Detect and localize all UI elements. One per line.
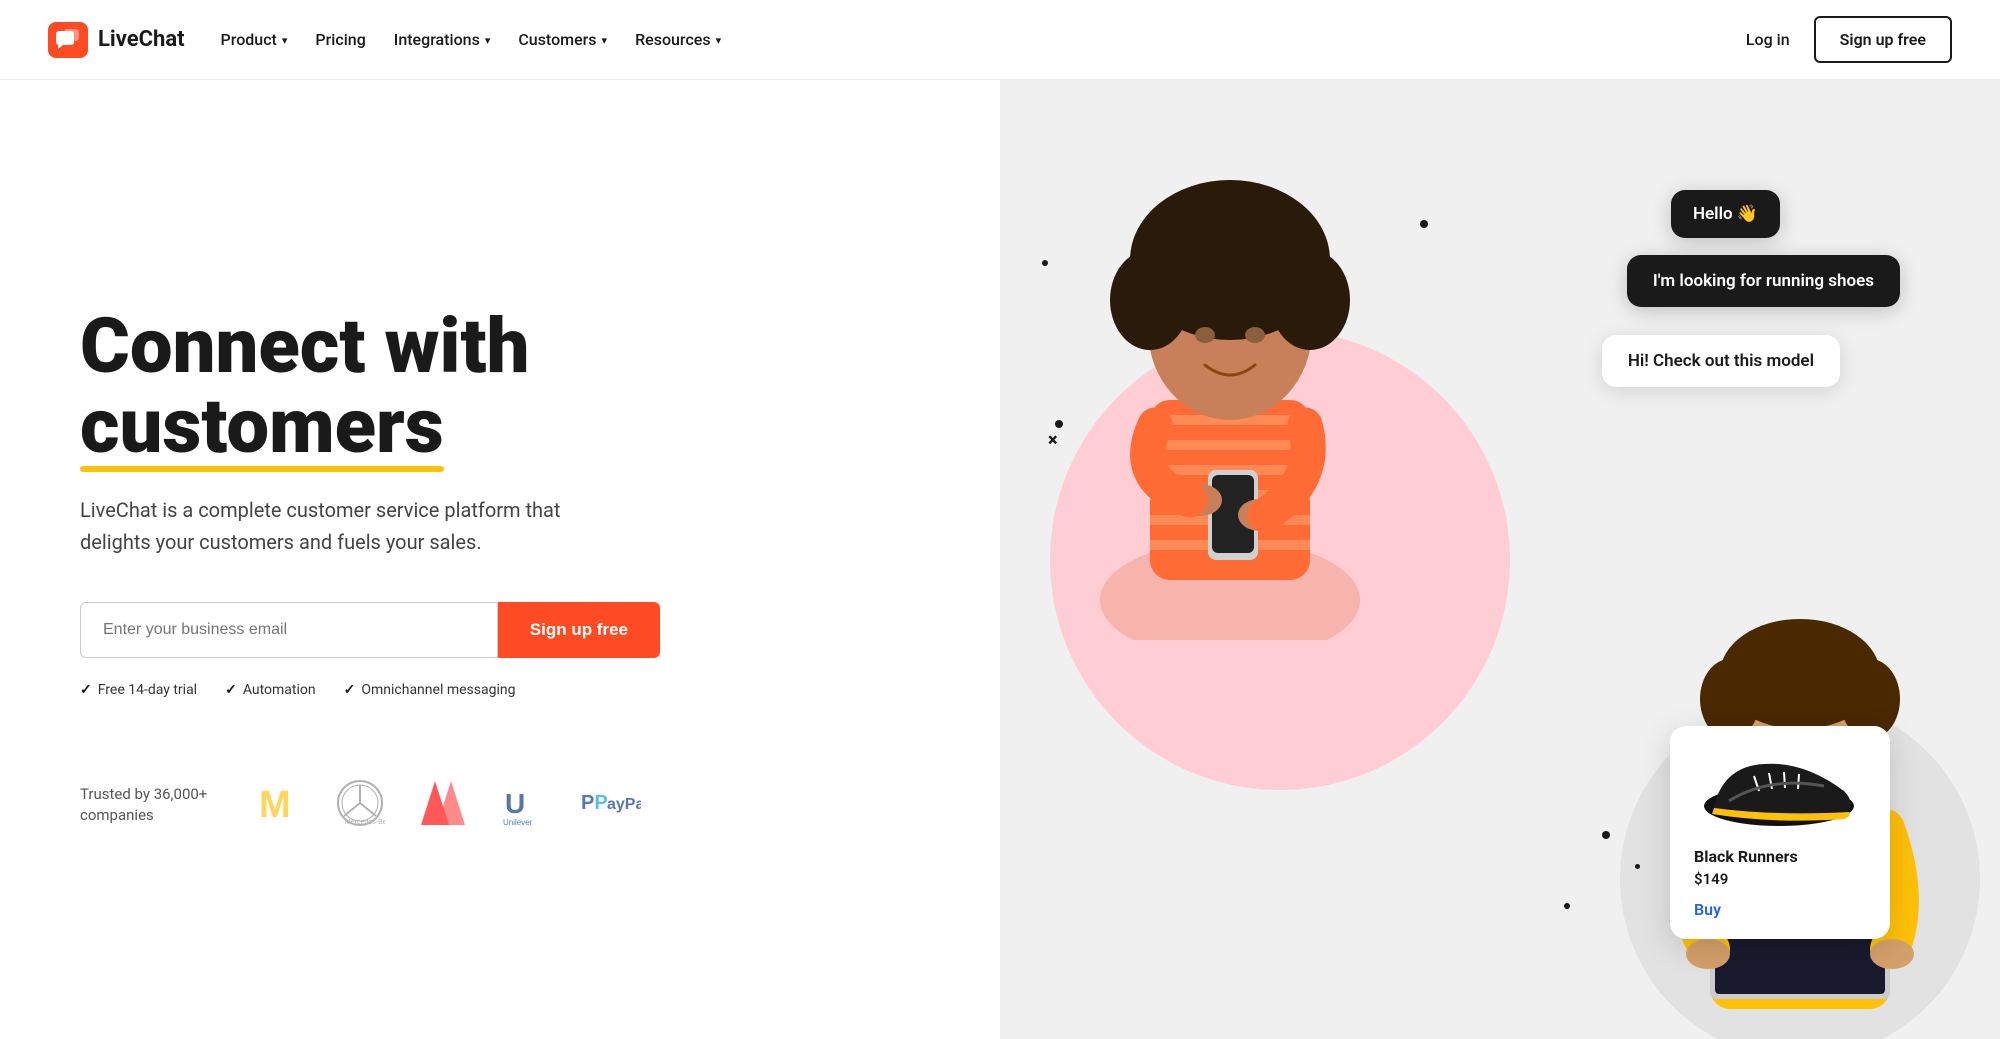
- unilever-logo: U Unilever: [501, 781, 545, 829]
- nav-items: Product ▾ Pricing Integrations ▾ Custome…: [221, 30, 722, 49]
- signup-form: Sign up free: [80, 602, 660, 658]
- product-price: $149: [1694, 870, 1866, 888]
- chevron-down-icon: ▾: [282, 34, 288, 47]
- logo[interactable]: LiveChat: [48, 22, 185, 58]
- check-icon: ✓: [344, 682, 356, 698]
- hero-heading-underlined: customers: [80, 387, 444, 467]
- hero-heading: Connect with customers: [80, 307, 940, 467]
- shoe-image: [1694, 746, 1866, 835]
- chat-bubble-hello: Hello 👋: [1671, 190, 1780, 238]
- paypal-logo: PP ayPal: [581, 789, 641, 821]
- svg-text:PP: PP: [581, 792, 608, 814]
- svg-text:U: U: [505, 788, 525, 819]
- navbar-signup-button[interactable]: Sign up free: [1814, 16, 1952, 63]
- chat-bubble-query: I'm looking for running shoes: [1627, 255, 1900, 307]
- signup-form-button[interactable]: Sign up free: [498, 602, 660, 658]
- hero-left: Connect with customers LiveChat is a com…: [0, 80, 1000, 1039]
- feature-omnichannel: ✓ Omnichannel messaging: [344, 682, 516, 698]
- chat-bubble-response: Hi! Check out this model: [1602, 335, 1840, 387]
- check-icon: ✓: [225, 682, 237, 698]
- navbar-left: LiveChat Product ▾ Pricing Integrations …: [48, 22, 721, 58]
- nav-item-resources[interactable]: Resources ▾: [635, 30, 721, 49]
- nav-item-product[interactable]: Product ▾: [221, 30, 288, 49]
- chevron-down-icon: ▾: [485, 34, 491, 47]
- svg-text:Mercedes-Benz: Mercedes-Benz: [345, 819, 385, 826]
- product-name: Black Runners: [1694, 847, 1866, 866]
- woman-figure: [1060, 160, 1400, 640]
- product-card: Black Runners $149 Buy: [1670, 726, 1890, 939]
- chevron-down-icon: ▾: [716, 34, 722, 47]
- logo-text: LiveChat: [98, 27, 185, 52]
- email-input[interactable]: [80, 602, 498, 658]
- logo-icon: [48, 22, 88, 58]
- feature-automation: ✓ Automation: [225, 682, 316, 698]
- navbar: LiveChat Product ▾ Pricing Integrations …: [0, 0, 2000, 80]
- login-button[interactable]: Log in: [1746, 30, 1790, 49]
- mcdonalds-logo: M: [255, 781, 299, 829]
- trust-section: Trusted by 36,000+companies M: [80, 778, 940, 832]
- hero-section: Connect with customers LiveChat is a com…: [0, 80, 2000, 1039]
- hero-right: Hello 👋 I'm looking for running shoes Hi…: [1000, 80, 2000, 1039]
- nav-item-pricing[interactable]: Pricing: [315, 30, 365, 49]
- feature-trial: ✓ Free 14-day trial: [80, 682, 197, 698]
- hero-illustration: Hello 👋 I'm looking for running shoes Hi…: [1000, 80, 2000, 1039]
- adobe-logo: [421, 781, 465, 829]
- svg-text:M: M: [259, 784, 291, 825]
- nav-item-customers[interactable]: Customers ▾: [518, 30, 607, 49]
- hero-subheading: LiveChat is a complete customer service …: [80, 494, 600, 558]
- chevron-down-icon: ▾: [602, 34, 608, 47]
- trust-logos: M Mercedes-Benz: [255, 778, 641, 832]
- product-buy-button[interactable]: Buy: [1694, 900, 1866, 919]
- features-list: ✓ Free 14-day trial ✓ Automation ✓ Omnic…: [80, 682, 940, 698]
- mercedes-logo: Mercedes-Benz: [335, 778, 385, 832]
- check-icon: ✓: [80, 682, 92, 698]
- nav-item-integrations[interactable]: Integrations ▾: [394, 30, 491, 49]
- navbar-right: Log in Sign up free: [1746, 16, 1952, 63]
- svg-text:Unilever: Unilever: [503, 818, 533, 825]
- trust-label: Trusted by 36,000+companies: [80, 784, 207, 826]
- svg-text:ayPal: ayPal: [607, 796, 641, 813]
